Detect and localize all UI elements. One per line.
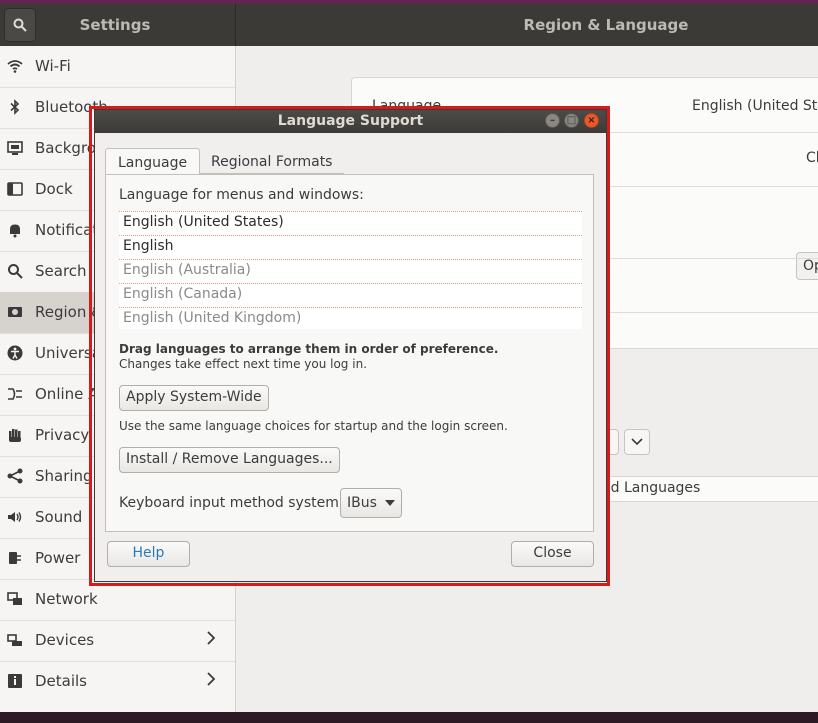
- installed-languages-label: ed Languages: [602, 480, 701, 496]
- bell-icon: [7, 222, 23, 238]
- online-accounts-icon: [7, 386, 23, 402]
- background-icon: [7, 140, 23, 156]
- chevron-right-icon: [206, 671, 216, 691]
- desktop-background-bottom: [0, 712, 818, 723]
- sidebar-item-label: Privacy: [35, 426, 90, 444]
- chevron-down-icon: [631, 438, 643, 446]
- sidebar-item-label: Network: [35, 590, 98, 608]
- sidebar-item-label: Devices: [35, 631, 95, 649]
- devices-icon: [7, 632, 23, 648]
- chevron-right-icon: [206, 630, 216, 650]
- sidebar-item-label: Wi-Fi: [35, 57, 71, 75]
- search-button[interactable]: [4, 8, 36, 42]
- details-icon: [7, 673, 23, 689]
- formats-row-value[interactable]: Ch: [806, 150, 818, 166]
- network-icon: [7, 591, 23, 607]
- panel-title: Region & Language: [523, 16, 689, 34]
- power-icon: [7, 550, 23, 566]
- region-icon: [7, 304, 23, 320]
- settings-title: Settings: [79, 16, 151, 34]
- chevron-down-button[interactable]: [624, 429, 650, 455]
- sidebar-item-label: Details: [35, 672, 88, 690]
- share-icon: [7, 468, 23, 484]
- wifi-icon: [7, 58, 23, 74]
- highlight-outline: [89, 106, 610, 586]
- search-icon: [13, 18, 27, 32]
- sidebar-item-label: Dock: [35, 180, 73, 198]
- sidebar-item-label: Sound: [35, 508, 83, 526]
- installed-languages-row[interactable]: ed Languages: [586, 476, 818, 502]
- sidebar-item-details[interactable]: Details: [0, 661, 235, 702]
- hand-icon: [7, 427, 23, 443]
- bluetooth-icon: [7, 99, 23, 115]
- sidebar-item-wifi[interactable]: Wi-Fi: [0, 46, 235, 88]
- accessibility-icon: [7, 345, 23, 361]
- dock-icon: [7, 181, 23, 197]
- options-button[interactable]: Op: [796, 252, 818, 280]
- header-bar: Settings Region & Language: [0, 4, 818, 46]
- sidebar-item-label: Sharing: [35, 467, 93, 485]
- sidebar-item-label: Power: [35, 549, 81, 567]
- search-icon: [7, 263, 23, 279]
- sidebar-item-label: Search: [35, 262, 87, 280]
- sidebar-item-devices[interactable]: Devices: [0, 620, 235, 662]
- speaker-icon: [7, 509, 23, 525]
- language-row-value[interactable]: English (United States): [692, 98, 818, 114]
